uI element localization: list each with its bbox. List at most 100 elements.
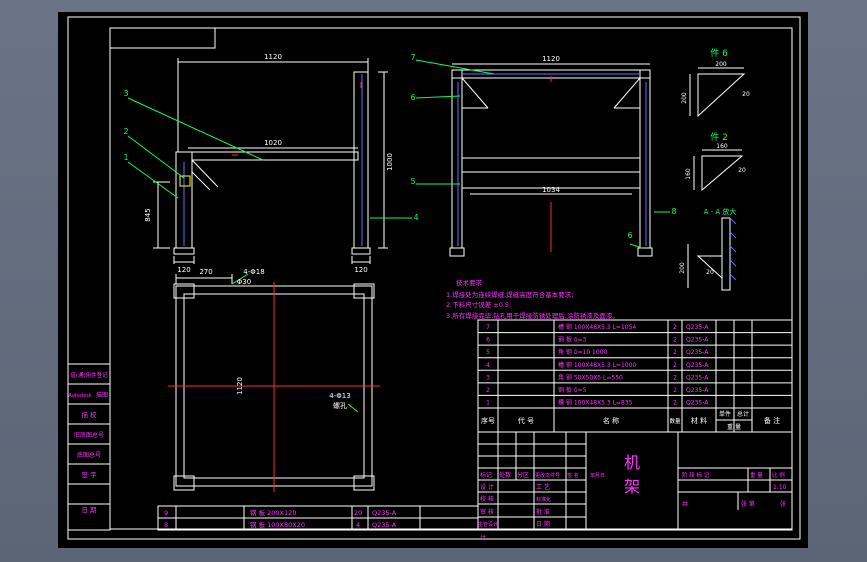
tb-review: 审 核 (480, 508, 494, 516)
side-table-old: 旧底图总号 (74, 431, 104, 439)
bom-cell-mat: Q235-A (686, 399, 709, 406)
callout-4: 4 (413, 213, 418, 222)
bom-cell-qty: 2 (673, 349, 677, 356)
tb-scale: 1:10 (773, 484, 787, 491)
tb-process: 工 艺 (536, 483, 550, 491)
part6-dim-a: 200 (715, 61, 727, 68)
tech-note-2: 2.下料尺寸误差 ±0.5; (446, 300, 511, 309)
part6-dim-c: 20 (742, 91, 750, 98)
callout-1: 1 (123, 153, 128, 162)
tb-check: 校 核 (480, 495, 494, 503)
bottom-bom-mat-1: Q235-A (372, 509, 397, 517)
title-block: 机 架 机 架 标记 处数 分区 更改文件号 签 名 年月日 设 计 校 核 审… (477, 431, 793, 542)
part6-label: 件 6 (710, 47, 728, 59)
plan-dim-w: 270 (199, 268, 212, 276)
plan-hole2-sub: 螺孔 (333, 401, 347, 410)
front-callout-7: 7 (410, 53, 415, 62)
bom-cell-name: 角 钢 δ=10 1000 (558, 348, 608, 356)
front-dim-top: 1120 (542, 55, 560, 63)
bom-cell-qty: 2 (673, 324, 677, 331)
bom-h-code: 代 号 (518, 416, 534, 425)
bottom-bom-name-2: 钢 板 100X80X20 (250, 520, 305, 529)
detail-views: 件 6 件 2 A - A 放大 200 200 20 160 160 20 2… (679, 47, 750, 291)
bottom-bom-no-2: 8 (164, 521, 168, 529)
bom-cell-qty: 2 (673, 374, 677, 381)
bottom-bom-no-1: 9 (164, 509, 168, 517)
bom-cell-no: 7 (486, 324, 490, 331)
side-table: 借(通)用件登记 Autodesk 描图 描 校 旧底图总号 底图总号 签 字 … (67, 363, 111, 531)
bom-cell-no: 2 (486, 387, 490, 394)
part-title-1: 机 (624, 453, 640, 472)
part2-dim-c: 20 (738, 167, 746, 174)
bottom-bom-mat-2: Q235-A (372, 521, 397, 529)
front-callout-6: 6 (410, 93, 415, 102)
side-table-autodesk: Autodesk (68, 393, 91, 399)
bom-h-note: 备 注 (764, 416, 780, 425)
tb-mark: 标记 (480, 471, 492, 479)
dim-beam: 1020 (264, 139, 282, 147)
callout-3: 3 (123, 89, 128, 98)
part2-dim-a: 160 (716, 143, 728, 150)
bottom-bom-name-1: 钢 板 200X120 (250, 508, 296, 517)
part-title-source: 机 架 (632, 506, 634, 509)
tb-count: 处数 (499, 471, 511, 479)
tb-sign: 签 名 (567, 472, 579, 479)
bom-cell-qty: 2 (673, 337, 677, 344)
tb-zone: 分区 (517, 471, 529, 479)
side-table-miaotu: 描图 (96, 391, 108, 399)
tb-total-sheets: 共 (682, 500, 688, 508)
section-label: A - A 放大 (704, 207, 737, 216)
part-title-2: 架 (624, 477, 640, 496)
bottom-bom-qty-2: 4 (356, 521, 360, 529)
front-callout-5: 5 (410, 177, 415, 186)
plan-hole-sub: Φ30 (237, 278, 251, 286)
part2-dim-b: 160 (685, 168, 692, 180)
bom-cell-mat: Q235-A (686, 349, 709, 356)
dim-base-w: 120 (177, 266, 190, 274)
side-table-reg: 借(通)用件登记 (70, 371, 108, 379)
bom-cell-qty: 2 (673, 387, 677, 394)
bom-rows: 7 槽 钢 100X48X5.3 L=1054 2 Q235-A 6 钢 板 δ=3 2 Q2… (478, 323, 792, 406)
bom-cell-mat: Q235-A (686, 387, 709, 394)
tb-design: 设 计 (480, 483, 494, 491)
bom-cell-name: 钢 板 δ=3 (558, 336, 587, 344)
tech-notes-title: 技术要求 (456, 278, 483, 287)
bom-cell-no: 5 (486, 349, 490, 356)
front-dim-inner: 1034 (542, 186, 560, 194)
cad-drawing-canvas[interactable]: 1120 1020 1000 845 120 120 3 2 1 4 1120 … (58, 12, 808, 548)
bom-cell-qty: 2 (673, 399, 677, 406)
tech-note-3: 3.所有焊接完毕,钻孔用于焊接防锈处理后,涂防锈漆及面漆。 (446, 311, 619, 320)
plan-dim-h: 1120 (236, 377, 244, 395)
bom-cell-name: 角 钢 50X50X5 L=550 (558, 373, 623, 381)
bottom-bom-qty-1: 20 (354, 509, 362, 517)
front-callout-6b: 6 (627, 231, 632, 240)
front-callout-8: 8 (671, 207, 676, 216)
bom-h-qty: 数量 (669, 417, 681, 425)
part6-dim-b: 200 (681, 92, 688, 104)
drawing-svg: 1120 1020 1000 845 120 120 3 2 1 4 1120 … (67, 16, 801, 542)
tb-weight: 重 量 (750, 471, 763, 479)
bom-cell-no: 6 (486, 337, 490, 344)
bom-cell-name: 槽 钢 100X48X5.3 L=835 (558, 398, 633, 406)
callout-2: 2 (123, 127, 128, 136)
bom-cell-name: 槽 钢 100X48X5.3 L=1054 (558, 323, 636, 331)
plan-hole2: 4-Φ13 (329, 392, 350, 400)
tech-note-1: 1.焊接处为连续焊缝,焊缝高度符合基本要求; (446, 290, 573, 299)
bom-h-total: 总计 (737, 410, 749, 418)
tb-sheet: 张 (780, 500, 786, 508)
side-table-sign: 签 字 (81, 470, 97, 479)
tb-change: 更改文件号 (535, 472, 560, 479)
tb-sheet-no: 张 第 (741, 500, 755, 508)
tb-date: 日 期 (536, 520, 550, 528)
side-table-base: 底图总号 (77, 451, 101, 459)
dim-height: 1000 (386, 153, 394, 171)
bom-table: 7 槽 钢 100X48X5.3 L=1054 2 Q235-A 6 钢 板 δ=3 2 Q2… (477, 319, 793, 433)
bom-cell-mat: Q235-A (686, 374, 709, 381)
bottom-bom: 9 钢 板 200X120 20 Q235-A 8 钢 板 100X80X20 … (157, 505, 479, 531)
dim-side: 845 (144, 208, 152, 221)
section-dim: 200 (679, 262, 686, 274)
tb-mgmt: 主管设计 (478, 521, 498, 528)
tb-std: 标准化 (536, 496, 551, 503)
bom-h-mat: 材 料 (691, 416, 707, 425)
part2-label: 件 2 (710, 131, 728, 143)
